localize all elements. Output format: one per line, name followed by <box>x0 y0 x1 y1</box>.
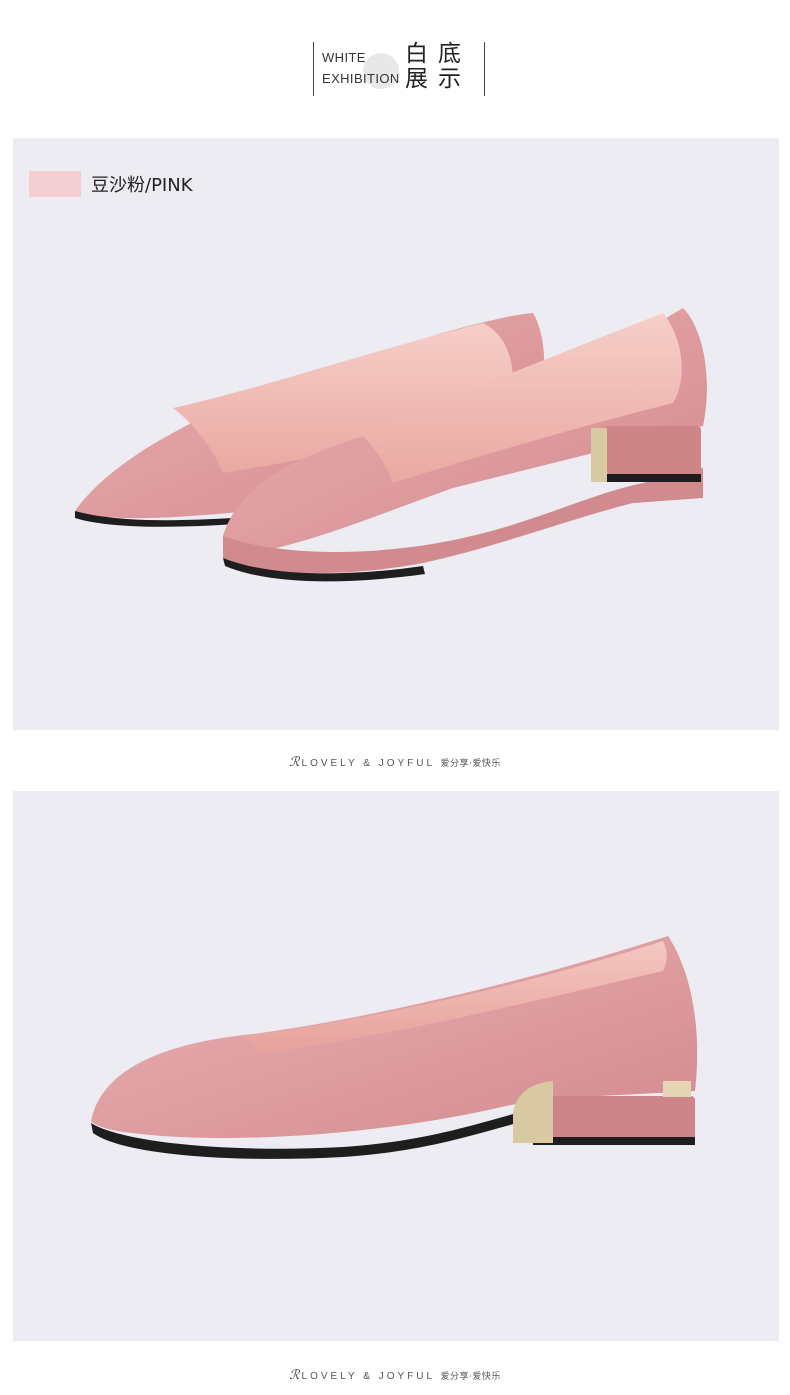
section-header: WHITE EXHIBITION 白底 展示 <box>313 42 485 96</box>
brand-slogan-en: LOVELY & JOYFUL <box>301 758 435 769</box>
product-image-panel-pair: 豆沙粉/PINK <box>13 138 779 730</box>
brand-slogan-2: ℛ LOVELY & JOYFUL 爱分享·爱快乐 <box>0 1367 790 1383</box>
header-chinese-title: 白底 展示 <box>405 42 471 92</box>
header-cn-line-1: 白底 <box>405 41 471 67</box>
header-cn-line-2: 展示 <box>405 66 471 92</box>
brand-logo-icon: ℛ <box>289 1367 300 1382</box>
brand-logo-icon: ℛ <box>289 754 300 769</box>
brand-slogan-1: ℛ LOVELY & JOYFUL 爱分享·爱快乐 <box>0 754 790 770</box>
header-right-rule <box>484 42 485 96</box>
header-left-rule <box>313 42 314 96</box>
shoe-side-image <box>91 936 698 1159</box>
header-english-title: WHITE EXHIBITION <box>322 47 400 89</box>
brand-slogan-cn: 爱分享·爱快乐 <box>440 1372 501 1382</box>
shoe-pair-image <box>75 308 707 582</box>
product-image-panel-side <box>13 791 779 1341</box>
brand-slogan-en: LOVELY & JOYFUL <box>301 1371 435 1382</box>
side-shoe <box>91 936 698 1159</box>
brand-slogan-cn: 爱分享·爱快乐 <box>440 759 501 769</box>
header-en-line-2: EXHIBITION <box>322 71 400 86</box>
header-en-line-1: WHITE <box>322 50 366 65</box>
